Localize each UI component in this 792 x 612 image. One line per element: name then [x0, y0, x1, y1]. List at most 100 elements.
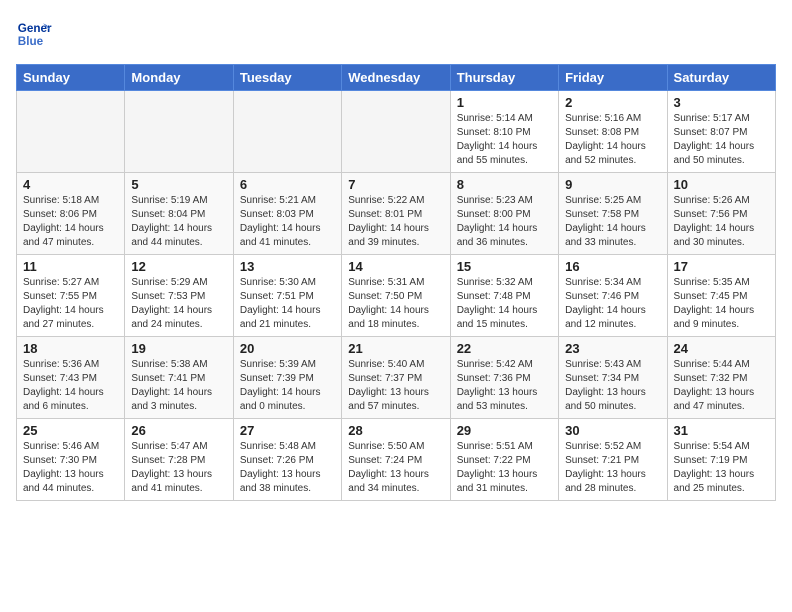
calendar-table: SundayMondayTuesdayWednesdayThursdayFrid… [16, 64, 776, 501]
svg-text:General: General [18, 22, 52, 35]
day-number: 23 [565, 341, 660, 356]
day-number: 12 [131, 259, 226, 274]
day-info: Sunrise: 5:44 AMSunset: 7:32 PMDaylight:… [674, 358, 769, 414]
calendar-cell: 4Sunrise: 5:18 AMSunset: 8:06 PMDaylight… [17, 173, 125, 255]
calendar-cell: 1Sunrise: 5:14 AMSunset: 8:10 PMDaylight… [450, 91, 558, 173]
svg-text:Blue: Blue [18, 35, 44, 48]
day-number: 5 [131, 177, 226, 192]
day-info: Sunrise: 5:39 AMSunset: 7:39 PMDaylight:… [240, 358, 335, 414]
day-info: Sunrise: 5:50 AMSunset: 7:24 PMDaylight:… [348, 440, 443, 496]
calendar-cell: 19Sunrise: 5:38 AMSunset: 7:41 PMDayligh… [125, 337, 233, 419]
day-info: Sunrise: 5:23 AMSunset: 8:00 PMDaylight:… [457, 194, 552, 250]
day-info: Sunrise: 5:19 AMSunset: 8:04 PMDaylight:… [131, 194, 226, 250]
day-number: 9 [565, 177, 660, 192]
day-info: Sunrise: 5:14 AMSunset: 8:10 PMDaylight:… [457, 112, 552, 168]
calendar-cell: 10 Sunrise: 5:26 AMSunset: 7:56 PMDayligh… [667, 173, 775, 255]
day-info: Sunrise: 5:16 AMSunset: 8:08 PMDaylight:… [565, 112, 660, 168]
day-number: 27 [240, 423, 335, 438]
day-number: 22 [457, 341, 552, 356]
page-header: General Blue [16, 16, 776, 52]
day-info: Sunrise: 5:38 AMSunset: 7:41 PMDaylight:… [131, 358, 226, 414]
day-number: 15 [457, 259, 552, 274]
weekday-header-thursday: Thursday [450, 65, 558, 91]
calendar-cell [125, 91, 233, 173]
calendar-cell: 2 Sunrise: 5:16 AMSunset: 8:08 PMDaylight… [559, 91, 667, 173]
day-number: 29 [457, 423, 552, 438]
day-info: Sunrise: 5:36 AMSunset: 7:43 PMDaylight:… [23, 358, 118, 414]
day-info: Sunrise: 5:51 AMSunset: 7:22 PMDaylight:… [457, 440, 552, 496]
day-info: Sunrise: 5:42 AMSunset: 7:36 PMDaylight:… [457, 358, 552, 414]
calendar-cell: 24 Sunrise: 5:44 AMSunset: 7:32 PMDayligh… [667, 337, 775, 419]
day-number: 25 [23, 423, 118, 438]
calendar-cell: 20 Sunrise: 5:39 AMSunset: 7:39 PMDayligh… [233, 337, 341, 419]
calendar-cell: 30Sunrise: 5:52 AMSunset: 7:21 PMDayligh… [559, 419, 667, 501]
day-number: 31 [674, 423, 769, 438]
day-info: Sunrise: 5:27 AMSunset: 7:55 PMDaylight:… [23, 276, 118, 332]
day-info: Sunrise: 5:31 AMSunset: 7:50 PMDaylight:… [348, 276, 443, 332]
calendar-cell: 15 Sunrise: 5:32 AMSunset: 7:48 PMDayligh… [450, 255, 558, 337]
day-info: Sunrise: 5:25 AMSunset: 7:58 PMDaylight:… [565, 194, 660, 250]
day-info: Sunrise: 5:29 AMSunset: 7:53 PMDaylight:… [131, 276, 226, 332]
day-number: 11 [23, 259, 118, 274]
calendar-cell: 7 Sunrise: 5:22 AMSunset: 8:01 PMDaylight… [342, 173, 450, 255]
day-info: Sunrise: 5:54 AMSunset: 7:19 PMDaylight:… [674, 440, 769, 496]
calendar-cell: 25 Sunrise: 5:46 AMSunset: 7:30 PMDayligh… [17, 419, 125, 501]
day-info: Sunrise: 5:22 AMSunset: 8:01 PMDaylight:… [348, 194, 443, 250]
week-row-3: 11 Sunrise: 5:27 AMSunset: 7:55 PMDayligh… [17, 255, 776, 337]
calendar-cell: 3 Sunrise: 5:17 AMSunset: 8:07 PMDaylight… [667, 91, 775, 173]
day-number: 3 [674, 95, 769, 110]
calendar-cell: 21Sunrise: 5:40 AMSunset: 7:37 PMDayligh… [342, 337, 450, 419]
calendar-cell: 14 Sunrise: 5:31 AMSunset: 7:50 PMDayligh… [342, 255, 450, 337]
calendar-cell: 29 Sunrise: 5:51 AMSunset: 7:22 PMDayligh… [450, 419, 558, 501]
weekday-header-wednesday: Wednesday [342, 65, 450, 91]
weekday-header-saturday: Saturday [667, 65, 775, 91]
week-row-4: 18 Sunrise: 5:36 AMSunset: 7:43 PMDayligh… [17, 337, 776, 419]
day-number: 7 [348, 177, 443, 192]
day-info: Sunrise: 5:43 AMSunset: 7:34 PMDaylight:… [565, 358, 660, 414]
day-number: 14 [348, 259, 443, 274]
calendar-cell [342, 91, 450, 173]
day-info: Sunrise: 5:32 AMSunset: 7:48 PMDaylight:… [457, 276, 552, 332]
calendar-cell: 8 Sunrise: 5:23 AMSunset: 8:00 PMDaylight… [450, 173, 558, 255]
calendar-cell [17, 91, 125, 173]
day-info: Sunrise: 5:21 AMSunset: 8:03 PMDaylight:… [240, 194, 335, 250]
day-info: Sunrise: 5:17 AMSunset: 8:07 PMDaylight:… [674, 112, 769, 168]
calendar-cell [233, 91, 341, 173]
day-number: 2 [565, 95, 660, 110]
day-number: 6 [240, 177, 335, 192]
calendar-cell: 17 Sunrise: 5:35 AMSunset: 7:45 PMDayligh… [667, 255, 775, 337]
day-number: 24 [674, 341, 769, 356]
day-number: 26 [131, 423, 226, 438]
day-info: Sunrise: 5:34 AMSunset: 7:46 PMDaylight:… [565, 276, 660, 332]
week-row-1: 1Sunrise: 5:14 AMSunset: 8:10 PMDaylight… [17, 91, 776, 173]
day-info: Sunrise: 5:18 AMSunset: 8:06 PMDaylight:… [23, 194, 118, 250]
day-number: 18 [23, 341, 118, 356]
calendar-cell: 28 Sunrise: 5:50 AMSunset: 7:24 PMDayligh… [342, 419, 450, 501]
day-info: Sunrise: 5:46 AMSunset: 7:30 PMDaylight:… [23, 440, 118, 496]
day-info: Sunrise: 5:48 AMSunset: 7:26 PMDaylight:… [240, 440, 335, 496]
calendar-cell: 9 Sunrise: 5:25 AMSunset: 7:58 PMDaylight… [559, 173, 667, 255]
weekday-header-sunday: Sunday [17, 65, 125, 91]
weekday-header-friday: Friday [559, 65, 667, 91]
week-row-2: 4Sunrise: 5:18 AMSunset: 8:06 PMDaylight… [17, 173, 776, 255]
day-number: 30 [565, 423, 660, 438]
calendar-cell: 6 Sunrise: 5:21 AMSunset: 8:03 PMDaylight… [233, 173, 341, 255]
weekday-header-tuesday: Tuesday [233, 65, 341, 91]
day-info: Sunrise: 5:35 AMSunset: 7:45 PMDaylight:… [674, 276, 769, 332]
day-number: 28 [348, 423, 443, 438]
day-info: Sunrise: 5:30 AMSunset: 7:51 PMDaylight:… [240, 276, 335, 332]
calendar-cell: 12 Sunrise: 5:29 AMSunset: 7:53 PMDayligh… [125, 255, 233, 337]
day-number: 10 [674, 177, 769, 192]
calendar-cell: 13 Sunrise: 5:30 AMSunset: 7:51 PMDayligh… [233, 255, 341, 337]
calendar-cell: 26 Sunrise: 5:47 AMSunset: 7:28 PMDayligh… [125, 419, 233, 501]
day-number: 8 [457, 177, 552, 192]
logo: General Blue [16, 16, 52, 52]
day-info: Sunrise: 5:26 AMSunset: 7:56 PMDaylight:… [674, 194, 769, 250]
day-number: 13 [240, 259, 335, 274]
day-number: 17 [674, 259, 769, 274]
calendar-cell: 16Sunrise: 5:34 AMSunset: 7:46 PMDayligh… [559, 255, 667, 337]
calendar-cell: 18 Sunrise: 5:36 AMSunset: 7:43 PMDayligh… [17, 337, 125, 419]
calendar-cell: 5 Sunrise: 5:19 AMSunset: 8:04 PMDaylight… [125, 173, 233, 255]
day-number: 20 [240, 341, 335, 356]
day-info: Sunrise: 5:47 AMSunset: 7:28 PMDaylight:… [131, 440, 226, 496]
